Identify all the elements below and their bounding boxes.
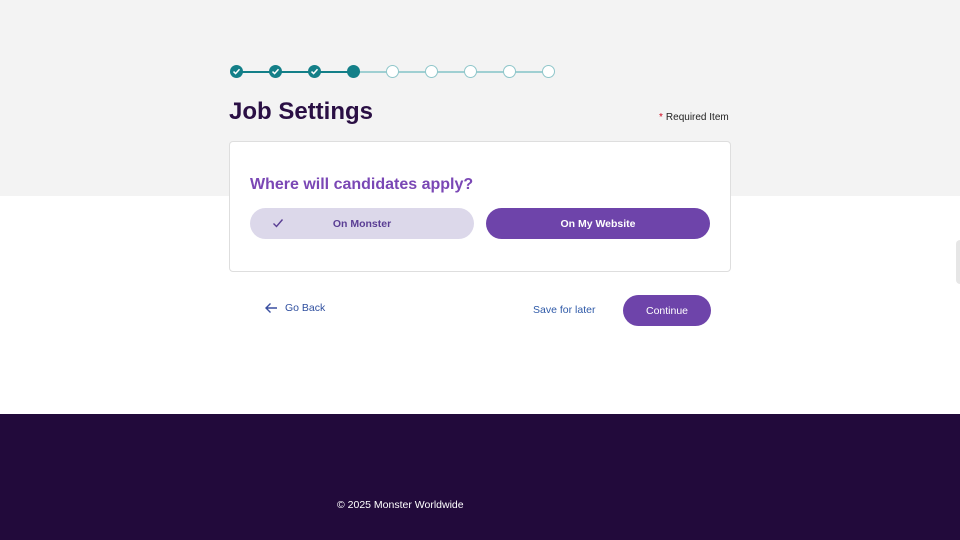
save-for-later-link[interactable]: Save for later [533, 304, 595, 316]
go-back-label: Go Back [285, 302, 326, 314]
required-item-label: Required Item [665, 112, 729, 123]
required-item-note: * Required Item [659, 112, 729, 123]
on-my-website-option[interactable]: On My Website [486, 208, 710, 239]
step-pending-icon [542, 65, 555, 78]
footer-copyright: © 2025 Monster Worldwide [337, 499, 464, 511]
step-pending-icon [503, 65, 516, 78]
stepper-track-completed [237, 71, 354, 73]
step-pending-icon [425, 65, 438, 78]
go-back-link[interactable]: Go Back [264, 300, 325, 316]
progress-stepper [229, 64, 559, 80]
continue-button[interactable]: Continue [623, 295, 711, 326]
step-completed-icon [269, 65, 282, 78]
on-monster-option[interactable]: On Monster [250, 208, 474, 239]
footer [0, 414, 960, 540]
apply-location-card: Where will candidates apply? On Monster … [229, 141, 731, 272]
arrow-left-icon [265, 303, 277, 313]
check-icon [272, 217, 284, 232]
step-completed-icon [308, 65, 321, 78]
required-asterisk: * [659, 112, 663, 123]
side-feedback-tab[interactable] [956, 240, 960, 284]
page-title: Job Settings [229, 98, 374, 125]
step-completed-icon [230, 65, 243, 78]
step-pending-icon [386, 65, 399, 78]
step-pending-icon [464, 65, 477, 78]
on-my-website-label: On My Website [560, 217, 636, 230]
step-current-icon [347, 65, 360, 78]
on-monster-label: On Monster [332, 217, 392, 230]
apply-location-question: Where will candidates apply? [250, 176, 474, 193]
